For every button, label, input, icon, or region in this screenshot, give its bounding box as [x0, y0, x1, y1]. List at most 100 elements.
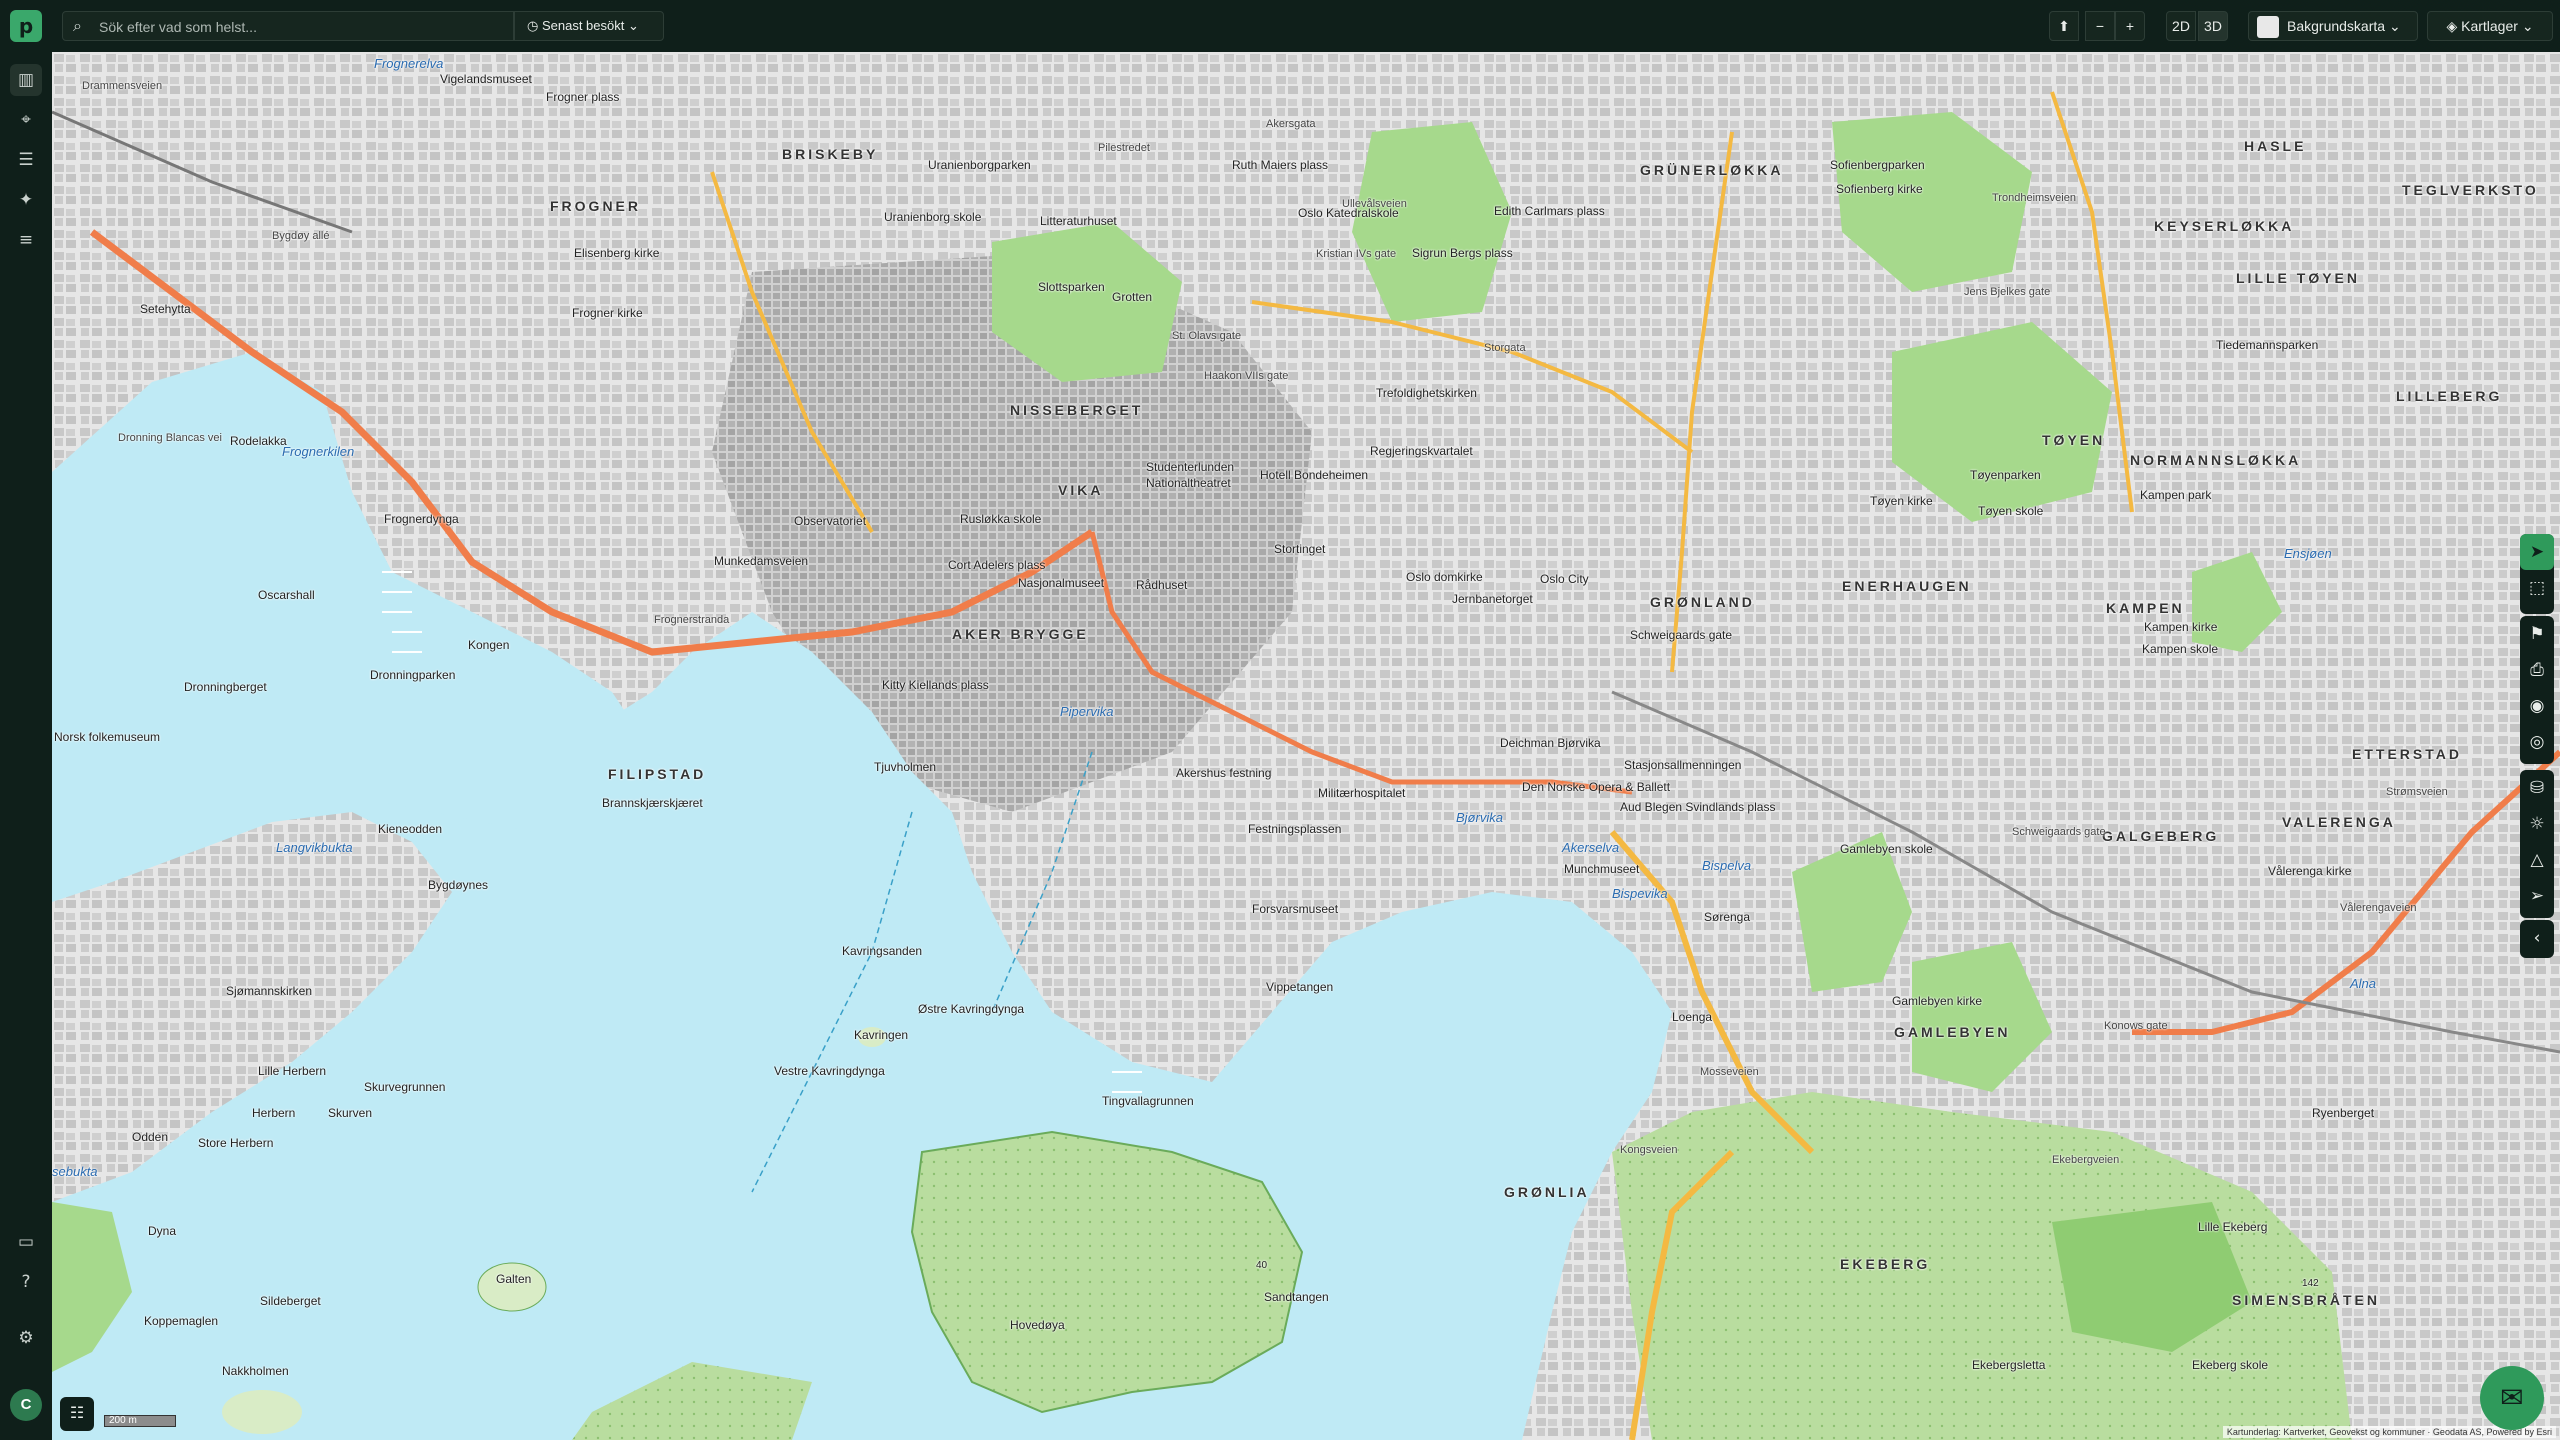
place-label: Setehytta: [140, 302, 191, 316]
print-button[interactable]: ⎙: [2520, 652, 2554, 688]
place-label: Vippetangen: [1266, 980, 1334, 994]
place-label: Munchmuseet: [1564, 862, 1640, 876]
place-label: Skurven: [328, 1106, 373, 1120]
recent-dropdown[interactable]: ◷ Senast besökt ⌄: [514, 11, 664, 41]
place-label: Tøyen kirke: [1870, 494, 1933, 508]
road-label: Akersgata: [1266, 118, 1316, 130]
sparkle-icon: ✦: [18, 190, 34, 210]
district-label: KAMPEN: [2106, 600, 2185, 616]
print-icon: ⎙: [2530, 660, 2544, 680]
left-sidebar: ▥ ⌖ ☰ ✦ ≡ ▭ ? ⚙: [0, 52, 52, 1440]
place-label: Sofienberg kirke: [1836, 182, 1923, 196]
elevation-button[interactable]: △: [2520, 842, 2554, 878]
legend-icon: ☷: [69, 1405, 85, 1422]
mode-3d-button[interactable]: 3D: [2198, 11, 2228, 41]
mode-2d-button[interactable]: 2D: [2166, 11, 2196, 41]
place-label: Hovedøya: [1010, 1318, 1065, 1332]
legend-button[interactable]: ☷: [60, 1397, 94, 1431]
map-canvas[interactable]: BRISKEBY FROGNER GRÜNERLØKKA HASLE KEYSE…: [52, 52, 2560, 1440]
screenshot-button[interactable]: ◉: [2520, 688, 2554, 724]
district-label: LILLEBERG: [2396, 388, 2503, 404]
tool-group-collapse: ‹: [2520, 920, 2554, 958]
scale-label: 200 m: [104, 1415, 176, 1427]
collapse-toolbar-button[interactable]: ‹: [2520, 920, 2554, 956]
road-label: Mosseveien: [1700, 1066, 1759, 1078]
water-label: Bispelva: [1702, 858, 1752, 873]
place-label: Observatoriet: [794, 514, 867, 528]
place-label: Nakkholmen: [222, 1364, 289, 1378]
road-label: Bygdøy allé: [272, 230, 330, 242]
sidebar-help-button[interactable]: ?: [10, 1266, 42, 1298]
user-avatar[interactable]: C: [10, 1389, 42, 1421]
place-label: Tjuvholmen: [874, 760, 937, 774]
place-label: Jernbanetorget: [1452, 592, 1533, 606]
place-label: Elisenberg kirke: [574, 246, 660, 260]
top-bar: p ⌕ ◷ Senast besökt ⌄ ⬆ − + 2D 3D Bakgru…: [0, 0, 2560, 52]
district-label: GRØNLAND: [1650, 594, 1755, 610]
scale-bar: 200 m: [104, 1415, 176, 1427]
district-label: FROGNER: [550, 198, 641, 214]
zoom-in-button[interactable]: +: [2115, 11, 2145, 41]
place-label: Vestre Kavringdynga: [774, 1064, 885, 1078]
place-label: Forsvarsmuseet: [1252, 902, 1339, 916]
place-label: Ryenberget: [2312, 1106, 2375, 1120]
water-label: Bjørvika: [1456, 810, 1503, 825]
place-label: Dyna: [148, 1224, 177, 1238]
water-label: Akerselva: [1562, 840, 1620, 855]
sidebar-map-button[interactable]: ▥: [10, 64, 42, 96]
sidebar-ai-button[interactable]: ✦: [10, 184, 42, 216]
layers-button[interactable]: ◈ Kartlager ⌄: [2427, 11, 2553, 41]
place-label: Stortinget: [1274, 542, 1326, 556]
road-label: Pilestredet: [1098, 142, 1150, 154]
place-label: Dronningparken: [370, 668, 456, 682]
road-label: St. Olavs gate: [1172, 330, 1242, 342]
district-label: LILLE TØYEN: [2236, 270, 2360, 286]
sidebar-list-button[interactable]: ☰: [10, 144, 42, 176]
basemap-label: Bakgrundskarta: [2287, 18, 2386, 34]
sidebar-feedback-button[interactable]: ▭: [10, 1226, 42, 1258]
district-label: TEGLVERKSTO: [2402, 182, 2539, 198]
chat-button[interactable]: ✉: [2480, 1366, 2544, 1430]
district-label: ENERHAUGEN: [1842, 578, 1972, 594]
app-logo[interactable]: p: [10, 10, 42, 42]
place-label: Grotten: [1112, 290, 1153, 304]
search-box[interactable]: ⌕: [62, 11, 514, 41]
district-label: NORMANNSLØKKA: [2130, 452, 2302, 468]
sidebar-filter-button[interactable]: ≡: [10, 224, 42, 256]
road-label: Storgata: [1484, 342, 1526, 354]
place-label: Sildeberget: [260, 1294, 321, 1308]
compass-button[interactable]: ⬆: [2049, 11, 2079, 41]
bookmark-button[interactable]: ⚑: [2520, 616, 2554, 652]
elevation-label: 40: [1256, 1260, 1268, 1271]
share-button[interactable]: ➢: [2520, 878, 2554, 914]
road-label: Trondheimsveien: [1992, 192, 2076, 204]
district-label: KEYSERLØKKA: [2154, 218, 2295, 234]
sidebar-widget-button[interactable]: ⚙: [10, 1322, 42, 1354]
place-label: Uranienborgparken: [928, 158, 1031, 172]
basemap-button[interactable]: Bakgrundskarta ⌄: [2248, 11, 2418, 41]
select-box-tool-button[interactable]: ⬚: [2520, 570, 2554, 606]
tool-group-select: ➤ ⬚: [2520, 534, 2554, 614]
search-input[interactable]: [99, 16, 499, 38]
place-label: Den Norske Opera & Ballett: [1522, 780, 1671, 794]
send-icon: ➢: [2529, 886, 2545, 906]
place-label: Militærhospitalet: [1318, 786, 1406, 800]
place-label: Oslo City: [1540, 572, 1589, 586]
road-label: Konows gate: [2104, 1020, 2168, 1032]
chevron-down-icon: ⌄: [2388, 18, 2401, 34]
measure-button[interactable]: ⛁: [2520, 770, 2554, 806]
place-label: Aud Blegen Svindlands plass: [1620, 800, 1776, 814]
daylight-button[interactable]: ☼: [2520, 806, 2554, 842]
place-label: Lille Herbern: [258, 1064, 327, 1078]
sidebar-tags-button[interactable]: ⌖: [10, 104, 42, 136]
water-label: Alna: [2350, 976, 2377, 991]
pointer-tool-button[interactable]: ➤: [2520, 534, 2554, 570]
locate-button[interactable]: ◎: [2520, 724, 2554, 760]
comment-icon: ▭: [17, 1232, 35, 1252]
place-label: Slottsparken: [1038, 280, 1105, 294]
place-label: Ekeberg skole: [2192, 1358, 2269, 1372]
water-label: Frognerkilen: [282, 444, 355, 459]
zoom-out-button[interactable]: −: [2085, 11, 2115, 41]
place-label: Loenga: [1672, 1010, 1713, 1024]
place-label: Koppemaglen: [144, 1314, 219, 1328]
